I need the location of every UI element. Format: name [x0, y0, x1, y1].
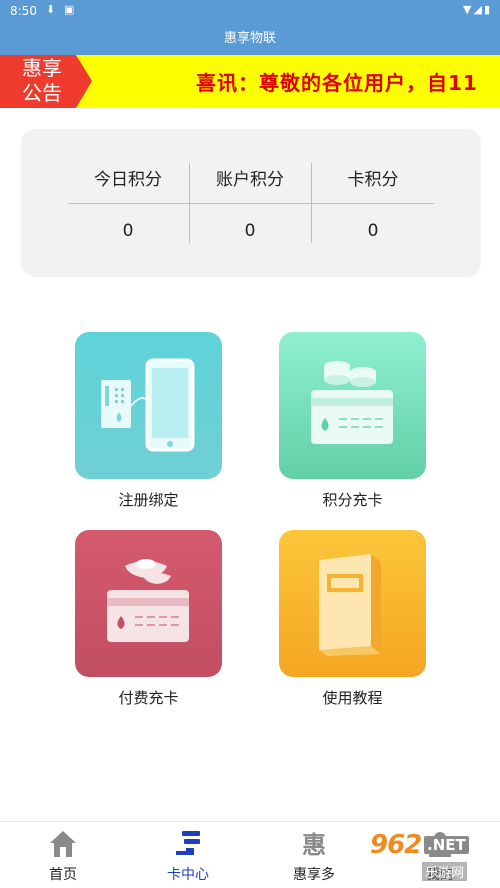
battery-icon: ▮: [483, 3, 492, 16]
svg-text:惠: 惠: [302, 831, 326, 859]
status-bar: 8:50 ⬇ ▣ ▼◢▮: [0, 0, 500, 22]
paid-recharge-label[interactable]: 付费充卡: [75, 687, 222, 708]
wifi-icon: ▼: [463, 3, 474, 16]
status-icons: ▼◢▮: [463, 3, 492, 16]
watermark-brand: 962: [370, 830, 422, 860]
book-icon: [279, 530, 426, 677]
watermark: 962 .NET 乐游网: [362, 830, 498, 886]
image-icon: ▣: [64, 3, 75, 16]
points-recharge-tile[interactable]: [279, 332, 426, 479]
status-time: 8:50: [10, 4, 37, 18]
notice-badge-line1: 惠享: [22, 56, 62, 80]
app-title: 惠享物联: [0, 22, 500, 55]
notice-badge: 惠享 公告: [0, 55, 92, 108]
nav-item-card-center[interactable]: 卡中心: [138, 822, 238, 888]
coins-card-icon: [279, 332, 426, 479]
points-recharge-label[interactable]: 积分充卡: [279, 489, 426, 510]
nav-item-hui[interactable]: 惠 惠享多: [264, 822, 364, 888]
tutorial-label[interactable]: 使用教程: [279, 687, 426, 708]
card-center-icon: [176, 831, 200, 855]
account-points-label: 账户积分: [216, 170, 284, 190]
watermark-suffix: .NET: [424, 836, 469, 854]
notice-banner[interactable]: 惠享 公告 喜讯：尊敬的各位用户，自11: [0, 55, 500, 108]
paid-recharge-tile[interactable]: [75, 530, 222, 677]
download-icon: ⬇: [46, 3, 56, 16]
notice-badge-line2: 公告: [22, 81, 62, 105]
watermark-sub: 乐游网: [422, 862, 468, 881]
nav-label-hui: 惠享多: [293, 867, 335, 883]
points-card: 今日积分 账户积分 卡积分 0 0 0: [21, 129, 481, 277]
home-icon: [50, 831, 76, 857]
nav-label-home: 首页: [49, 867, 77, 883]
signal-icon: ◢: [473, 3, 484, 16]
nav-label-card-center: 卡中心: [167, 867, 209, 883]
today-points-value: 0: [122, 221, 134, 241]
tutorial-tile[interactable]: [279, 530, 426, 677]
phone-card-icon: [75, 332, 222, 479]
register-bind-label[interactable]: 注册绑定: [75, 489, 222, 510]
hui-icon: 惠: [302, 831, 326, 859]
today-points-label: 今日积分: [94, 170, 162, 190]
divider: [68, 203, 434, 204]
card-points-label: 卡积分: [347, 170, 399, 190]
register-bind-tile[interactable]: [75, 332, 222, 479]
notice-text: 喜讯：尊敬的各位用户，自11: [196, 71, 478, 95]
card-points-value: 0: [367, 221, 379, 241]
ingot-card-icon: [75, 530, 222, 677]
nav-item-home[interactable]: 首页: [13, 822, 113, 888]
account-points-value: 0: [244, 221, 256, 241]
